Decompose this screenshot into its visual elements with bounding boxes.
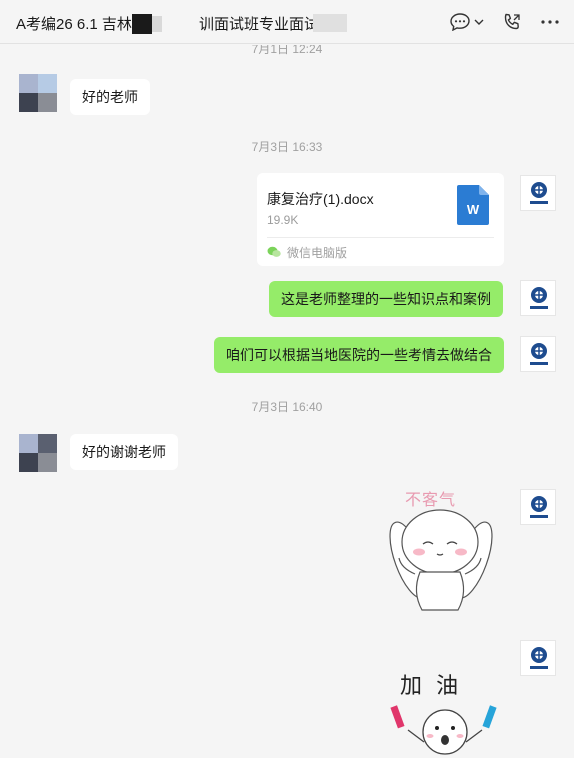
chat-header: A考编26 6.1 吉林 训面试班专业面试: [0, 0, 574, 44]
divider: [267, 237, 494, 238]
word-icon-letter: W: [466, 202, 480, 217]
message-bubble-outgoing[interactable]: 咱们可以根据当地医院的一些考情去做结合: [214, 337, 504, 373]
my-avatar[interactable]: [520, 175, 556, 211]
chat-title-suffix: 训面试班专业面试: [199, 16, 320, 33]
file-size: 19.9K: [267, 213, 299, 227]
chevron-down-icon[interactable]: [474, 12, 484, 32]
message-bubble-incoming[interactable]: 好的谢谢老师: [70, 434, 178, 470]
my-avatar[interactable]: [520, 489, 556, 525]
more-icon[interactable]: [540, 12, 560, 32]
contact-avatar[interactable]: [19, 434, 57, 472]
timestamp: 7月3日 16:40: [251, 400, 323, 414]
video-call-icon[interactable]: [502, 12, 522, 32]
message-bubble-incoming[interactable]: 好的老师: [70, 79, 150, 115]
sticker-cheer[interactable]: 加 油: [390, 664, 500, 758]
file-source-label: 微信电脑版: [287, 246, 348, 260]
timestamp: 7月3日 16:33: [251, 140, 323, 154]
redaction-block: [132, 14, 152, 34]
chat-more-icon[interactable]: [450, 12, 470, 32]
my-avatar[interactable]: [520, 640, 556, 676]
sticker-bunny[interactable]: 不客气: [385, 482, 495, 617]
contact-avatar[interactable]: [19, 74, 57, 112]
my-avatar[interactable]: [520, 280, 556, 316]
file-name: 康复治疗(1).docx: [267, 191, 374, 207]
word-document-icon: W: [457, 185, 489, 225]
redaction-blur: [152, 16, 162, 32]
redaction-blur: [313, 14, 347, 32]
my-avatar[interactable]: [520, 336, 556, 372]
message-bubble-outgoing[interactable]: 这是老师整理的一些知识点和案例: [269, 281, 503, 317]
chat-title: A考编26 6.1 吉林: [16, 16, 132, 33]
file-message-card[interactable]: 康复治疗(1).docx 19.9K W 微信电脑版: [257, 173, 504, 266]
wechat-icon: [267, 245, 281, 263]
